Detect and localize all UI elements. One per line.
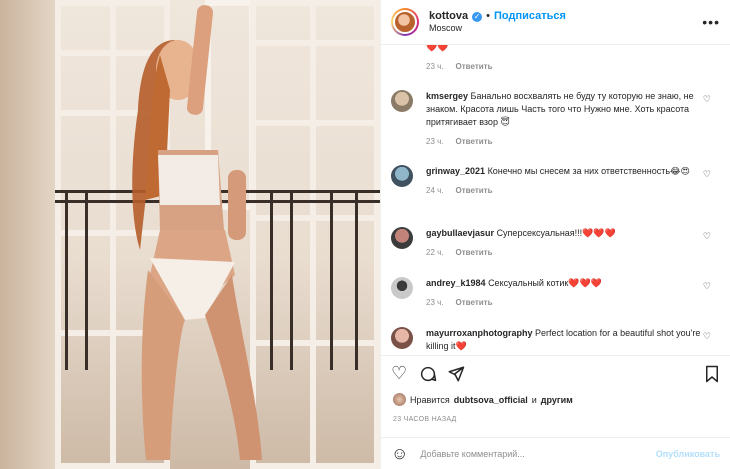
commenter-avatar[interactable] bbox=[391, 277, 413, 299]
reply-button[interactable]: Ответить bbox=[456, 248, 493, 257]
commenter-avatar[interactable] bbox=[391, 165, 413, 187]
comment-time: 23 ч. bbox=[426, 137, 444, 146]
reply-button[interactable]: Ответить bbox=[456, 137, 493, 146]
comment-text: grinway_2021 Конечно мы снесем за них от… bbox=[426, 165, 721, 178]
comment-like-icon[interactable]: ♡ bbox=[703, 94, 711, 105]
comment-emoji: ❤️❤️❤️ bbox=[582, 228, 616, 238]
comments-panel: kottova ✓ • Подписаться Moscow ••• ❤️❤️ … bbox=[380, 0, 730, 469]
heart-icon[interactable]: ♡ bbox=[391, 364, 407, 382]
post-timestamp[interactable]: 23 ЧАСОВ НАЗАД bbox=[393, 416, 457, 423]
comment-icon[interactable] bbox=[419, 365, 437, 383]
share-icon[interactable] bbox=[447, 365, 465, 383]
author-username[interactable]: kottova bbox=[429, 10, 468, 23]
comment-time: 22 ч. bbox=[426, 248, 444, 257]
comment-item: andrey_k1984 Сексуальный котик❤️❤️❤️ 23 … bbox=[391, 277, 721, 307]
photo-model bbox=[132, 5, 262, 460]
comment-meta: 23 ч. Ответить bbox=[426, 298, 721, 307]
comment-username[interactable]: mayurroxanphotography bbox=[426, 328, 533, 338]
comment-input[interactable] bbox=[418, 447, 656, 460]
commenter-avatar[interactable] bbox=[391, 227, 413, 249]
post-header: kottova ✓ • Подписаться Moscow ••• bbox=[381, 0, 730, 45]
post-photo[interactable] bbox=[0, 0, 380, 469]
comment-message: Суперсексуальная!!! bbox=[496, 228, 583, 238]
comment-time: 23 ч. bbox=[426, 298, 444, 307]
comment-message: Сексуальный котик bbox=[488, 278, 569, 288]
comment-text: kmsergey Банально восхвалять не буду ту … bbox=[426, 90, 721, 129]
comment-meta: 23 ч. Ответить bbox=[426, 137, 721, 146]
comment-like-icon[interactable]: ♡ bbox=[703, 169, 711, 180]
comment-username[interactable]: andrey_k1984 bbox=[426, 278, 486, 288]
comment-like-icon[interactable]: ♡ bbox=[703, 331, 711, 342]
comment-text: ❤️❤️ bbox=[426, 45, 721, 54]
author-avatar[interactable] bbox=[391, 8, 419, 36]
publish-button[interactable]: Опубликовать bbox=[656, 449, 720, 459]
comment-emoji: 😂😍 bbox=[670, 166, 690, 176]
comment-username[interactable]: gaybullaevjasur bbox=[426, 228, 494, 238]
comment-item: gaybullaevjasur Суперсексуальная!!!❤️❤️❤… bbox=[391, 227, 721, 257]
comment-text: andrey_k1984 Сексуальный котик❤️❤️❤️ bbox=[426, 277, 721, 290]
follow-button[interactable]: Подписаться bbox=[494, 10, 566, 23]
post-modal: kottova ✓ • Подписаться Moscow ••• ❤️❤️ … bbox=[0, 0, 730, 469]
verified-badge-icon: ✓ bbox=[472, 11, 483, 22]
likes-prefix: Нравится bbox=[410, 394, 450, 405]
likes-summary: Нравится dubtsova_official и другим bbox=[393, 393, 573, 406]
comment-emoji: ❤️❤️❤️ bbox=[568, 278, 602, 288]
reply-button[interactable]: Ответить bbox=[456, 62, 493, 71]
comment-username[interactable]: kmsergey bbox=[426, 91, 468, 101]
comments-list[interactable]: ❤️❤️ 23 ч. Ответить kmsergey Банально вос… bbox=[381, 45, 730, 355]
author-avatar-image bbox=[393, 10, 417, 34]
comment-emoji: ❤️ bbox=[455, 341, 467, 351]
comment-text: gaybullaevjasur Суперсексуальная!!!❤️❤️❤… bbox=[426, 227, 721, 240]
add-comment-bar: ☺ Опубликовать bbox=[381, 437, 730, 469]
comment-like-icon[interactable]: ♡ bbox=[703, 281, 711, 292]
comment-item: grinway_2021 Конечно мы снесем за них от… bbox=[391, 165, 721, 195]
comment-meta: 23 ч. Ответить bbox=[426, 62, 721, 71]
comment-emoji: ❤️❤️ bbox=[426, 45, 449, 52]
comment-username[interactable]: grinway_2021 bbox=[426, 166, 485, 176]
comment-message: Конечно мы снесем за них ответственность bbox=[487, 166, 671, 176]
comment-like-icon[interactable]: ♡ bbox=[703, 231, 711, 242]
post-location[interactable]: Moscow bbox=[429, 23, 566, 34]
liker-avatar[interactable] bbox=[393, 393, 406, 406]
post-actions: ♡ bbox=[381, 355, 730, 392]
comment-emoji: 😇 bbox=[500, 117, 510, 127]
bookmark-icon[interactable] bbox=[704, 365, 720, 383]
comment-time: 24 ч. bbox=[426, 186, 444, 195]
more-options-icon[interactable]: ••• bbox=[702, 14, 720, 30]
comment-meta: 22 ч. Ответить bbox=[426, 248, 721, 257]
header-separator: • bbox=[486, 10, 490, 22]
comment-time: 23 ч. bbox=[426, 62, 444, 71]
likes-others-link[interactable]: другим bbox=[541, 395, 573, 405]
reply-button[interactable]: Ответить bbox=[456, 298, 493, 307]
comment-item: kmsergey Банально восхвалять не буду ту … bbox=[391, 90, 721, 146]
commenter-avatar[interactable] bbox=[391, 327, 413, 349]
comment-text: mayurroxanphotography Perfect location f… bbox=[426, 327, 721, 353]
reply-button[interactable]: Ответить bbox=[456, 186, 493, 195]
comment-item: mayurroxanphotography Perfect location f… bbox=[391, 327, 721, 353]
emoji-icon[interactable]: ☺ bbox=[391, 444, 408, 464]
comment-meta: 24 ч. Ответить bbox=[426, 186, 721, 195]
likes-conj: и bbox=[531, 394, 537, 405]
comment-item: ❤️❤️ 23 ч. Ответить bbox=[391, 45, 721, 71]
liker-username[interactable]: dubtsova_official bbox=[454, 395, 528, 405]
commenter-avatar[interactable] bbox=[391, 90, 413, 112]
